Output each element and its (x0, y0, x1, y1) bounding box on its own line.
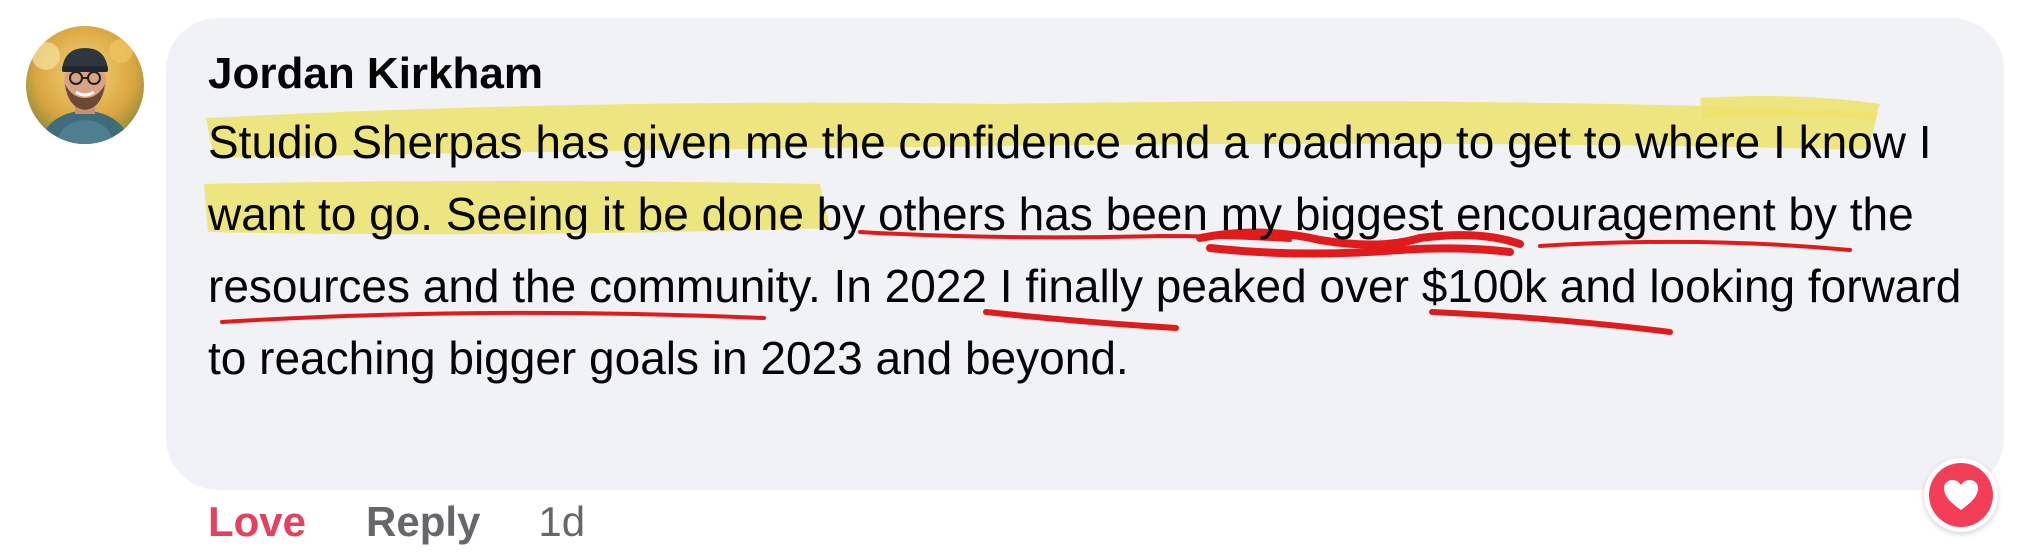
heart-icon (1944, 480, 1978, 510)
comment-timestamp[interactable]: 1d (538, 494, 585, 550)
comment-text: Studio Sherpas has given me the confiden… (208, 106, 1988, 394)
comment-actions: Love Reply 1d (208, 494, 585, 550)
reply-button[interactable]: Reply (366, 494, 480, 550)
reaction-badge[interactable] (1924, 458, 1998, 532)
comment-text-rest: . Seeing it be done by others has been m… (208, 188, 1962, 384)
reaction-badge-fill (1929, 463, 1993, 527)
avatar[interactable] (26, 26, 144, 144)
love-button[interactable]: Love (208, 494, 306, 550)
comment-author[interactable]: Jordan Kirkham (208, 46, 543, 102)
avatar-photo (26, 26, 144, 144)
